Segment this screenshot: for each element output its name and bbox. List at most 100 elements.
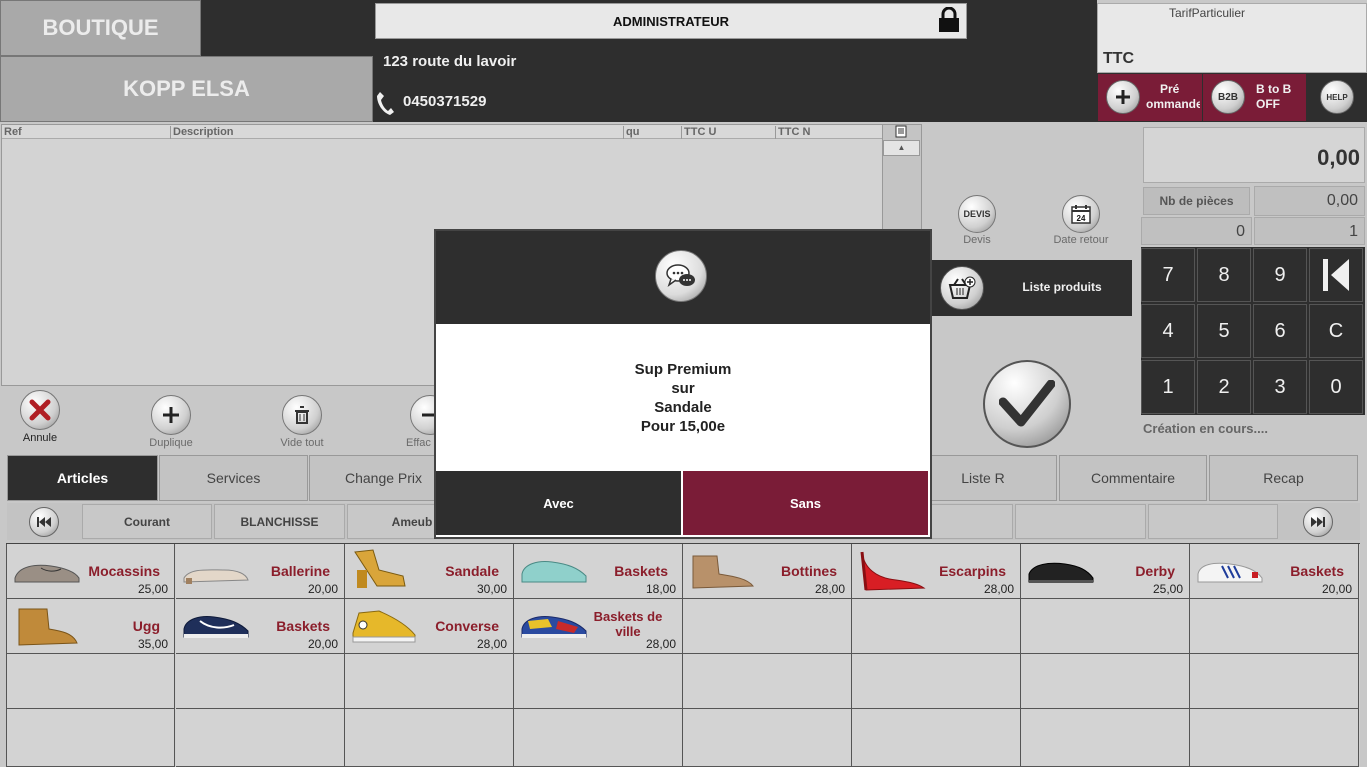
dialog-line-2: sur xyxy=(671,380,695,397)
product-name: Baskets xyxy=(1290,563,1344,579)
product-tile-empty[interactable] xyxy=(852,654,1021,709)
product-tile-empty[interactable] xyxy=(514,709,683,767)
product-tile-empty[interactable] xyxy=(852,599,1021,654)
return-date-button[interactable]: 24 Date retour xyxy=(1041,195,1121,246)
with-button[interactable]: Avec xyxy=(436,471,681,535)
cancel-label: Annule xyxy=(22,432,58,444)
without-button[interactable]: Sans xyxy=(683,471,928,535)
precommande-label-1: Pré xyxy=(1160,82,1180,96)
duplicate-button[interactable]: Duplique xyxy=(141,395,201,449)
item-count-value[interactable]: 0,00 xyxy=(1254,186,1365,216)
quantity-field-left[interactable]: 0 xyxy=(1141,217,1252,245)
category-empty-1[interactable] xyxy=(931,504,1013,539)
user-label[interactable]: ADMINISTRATEUR xyxy=(375,3,967,39)
key-7[interactable]: 7 xyxy=(1141,248,1195,302)
product-tile-empty[interactable] xyxy=(1021,654,1190,709)
calendar-icon: 24 xyxy=(1062,195,1100,233)
sneaker-icon xyxy=(521,616,587,638)
header-spacer xyxy=(201,0,373,56)
product-tile[interactable]: Escarpins 28,00 xyxy=(852,544,1021,599)
first-page-icon[interactable] xyxy=(29,507,59,537)
last-page-icon[interactable] xyxy=(1303,507,1333,537)
product-price: 35,00 xyxy=(137,637,168,651)
store-name[interactable]: BOUTIQUE xyxy=(0,0,201,56)
key-0[interactable]: 0 xyxy=(1309,360,1363,414)
tab-articles[interactable]: Articles xyxy=(7,455,158,501)
product-tile[interactable]: Baskets 20,00 xyxy=(1190,544,1359,599)
product-tile-empty[interactable] xyxy=(176,709,345,767)
key-9[interactable]: 9 xyxy=(1253,248,1307,302)
converse-icon xyxy=(352,610,416,643)
product-tile[interactable]: Baskets de ville 28,00 xyxy=(514,599,683,654)
product-tile[interactable]: Bottines 28,00 xyxy=(683,544,852,599)
delete-button[interactable]: Effac xyxy=(398,395,438,449)
product-tile-empty[interactable] xyxy=(1190,709,1359,767)
key-2[interactable]: 2 xyxy=(1197,360,1251,414)
clear-all-label: Vide tout xyxy=(280,437,324,449)
product-tile-empty[interactable] xyxy=(6,709,175,767)
key-clear[interactable]: C xyxy=(1309,304,1363,358)
product-tile-empty[interactable] xyxy=(683,654,852,709)
key-backspace[interactable] xyxy=(1309,248,1363,302)
column-ttc-unit[interactable]: TTC U xyxy=(681,126,775,139)
key-6[interactable]: 6 xyxy=(1253,304,1307,358)
validate-button[interactable] xyxy=(983,360,1071,448)
column-ref[interactable]: Ref xyxy=(2,126,170,139)
product-tile[interactable]: Ballerine 20,00 xyxy=(176,544,345,599)
product-tile-empty[interactable] xyxy=(345,709,514,767)
sneaker-icon xyxy=(521,561,587,583)
tab-services[interactable]: Services xyxy=(159,455,308,501)
cancel-button[interactable]: Annule xyxy=(10,390,70,444)
tab-recap[interactable]: Recap xyxy=(1209,455,1358,501)
product-tile-empty[interactable] xyxy=(1021,709,1190,767)
product-tile-empty[interactable] xyxy=(1021,599,1190,654)
column-quantity[interactable]: qu xyxy=(623,126,681,139)
product-tile-empty[interactable] xyxy=(1190,654,1359,709)
product-tile[interactable]: Mocassins 25,00 xyxy=(6,544,175,599)
product-tile-empty[interactable] xyxy=(6,654,175,709)
client-name[interactable]: KOPP ELSA xyxy=(0,56,373,122)
key-1[interactable]: 1 xyxy=(1141,360,1195,414)
lock-icon[interactable] xyxy=(937,7,961,33)
product-name: Baskets xyxy=(276,618,330,634)
product-name: Ballerine xyxy=(270,563,330,579)
key-5[interactable]: 5 xyxy=(1197,304,1251,358)
product-tile-empty[interactable] xyxy=(514,654,683,709)
precommande-button[interactable]: Pré ommande xyxy=(1098,74,1202,121)
category-empty-2[interactable] xyxy=(1015,504,1146,539)
product-tile[interactable]: Sandale 30,00 xyxy=(345,544,514,599)
tab-commentaire[interactable]: Commentaire xyxy=(1059,455,1207,501)
column-description[interactable]: Description xyxy=(170,126,623,139)
product-tile[interactable]: Converse 28,00 xyxy=(345,599,514,654)
product-tile-empty[interactable] xyxy=(176,654,345,709)
derby-shoe-icon xyxy=(1028,562,1094,583)
clear-all-button[interactable]: Vide tout xyxy=(272,395,332,449)
product-price: 20,00 xyxy=(307,637,338,651)
product-tile-empty[interactable] xyxy=(1190,599,1359,654)
product-price: 25,00 xyxy=(137,582,168,596)
column-ttc-net[interactable]: TTC N xyxy=(775,126,882,139)
product-tile[interactable]: Baskets 18,00 xyxy=(514,544,683,599)
document-icon[interactable] xyxy=(895,125,907,138)
help-button[interactable]: HELP xyxy=(1307,74,1367,121)
key-4[interactable]: 4 xyxy=(1141,304,1195,358)
b2b-button[interactable]: B2B B to B OFF xyxy=(1203,74,1306,121)
quote-button[interactable]: DEVIS Devis xyxy=(937,195,1017,246)
quantity-field-right[interactable]: 1 xyxy=(1254,217,1365,245)
category-empty-3[interactable] xyxy=(1148,504,1278,539)
key-3[interactable]: 3 xyxy=(1253,360,1307,414)
category-blanchisse[interactable]: BLANCHISSE xyxy=(214,504,345,539)
svg-text:24: 24 xyxy=(1077,214,1086,223)
product-tile-empty[interactable] xyxy=(345,654,514,709)
precommande-label-2: ommande xyxy=(1146,97,1200,111)
product-tile-empty[interactable] xyxy=(852,709,1021,767)
key-8[interactable]: 8 xyxy=(1197,248,1251,302)
scroll-up-button[interactable]: ▲ xyxy=(883,140,920,156)
product-tile-empty[interactable] xyxy=(683,709,852,767)
category-courant[interactable]: Courant xyxy=(82,504,212,539)
product-tile[interactable]: Derby 25,00 xyxy=(1021,544,1190,599)
product-tile-empty[interactable] xyxy=(683,599,852,654)
dialog-line-3: Sandale xyxy=(654,399,712,416)
product-tile[interactable]: Ugg 35,00 xyxy=(6,599,175,654)
product-tile[interactable]: Baskets 20,00 xyxy=(176,599,345,654)
